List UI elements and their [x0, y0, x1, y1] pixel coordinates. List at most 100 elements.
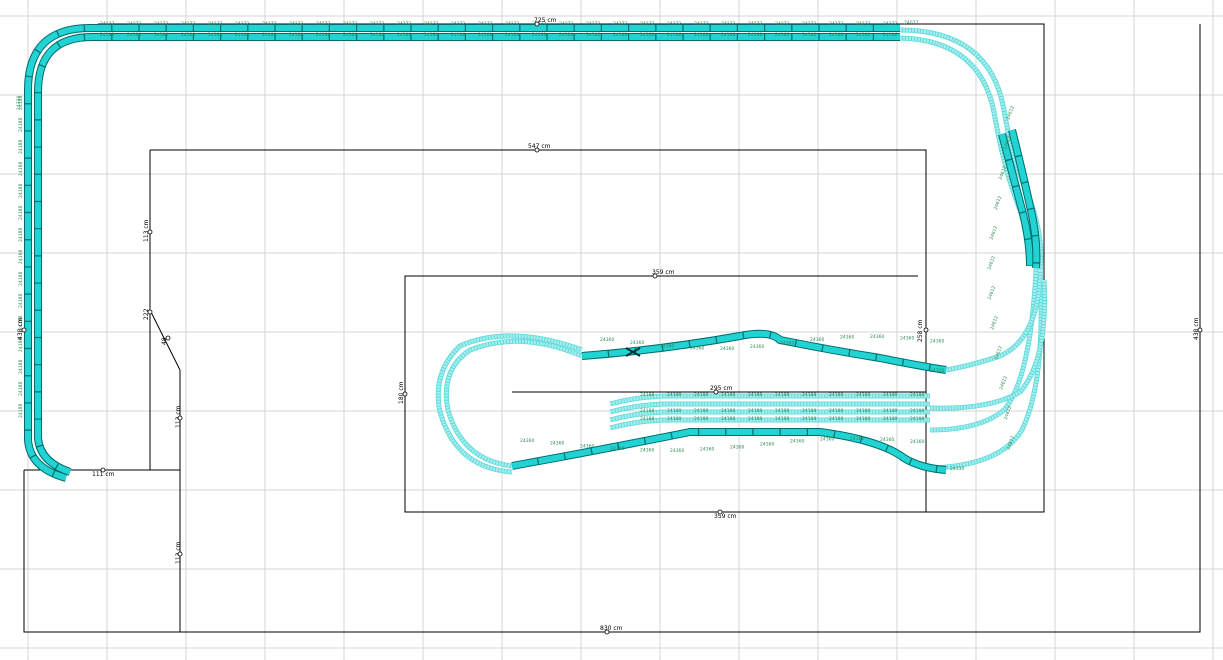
track-label: 24188 [856, 416, 870, 422]
dimension-handle-icon [177, 415, 183, 421]
track-label: 24188 [586, 32, 600, 38]
track-label: 24188 [721, 392, 735, 398]
room-outlines [23, 23, 1201, 633]
track-label: 24360 [790, 439, 804, 445]
track-label: 24188 [235, 32, 249, 38]
track-label: 24612 [987, 285, 998, 301]
track-label: 24172 [127, 21, 141, 27]
track-label: 24188 [802, 32, 816, 38]
track-label: 24188 [748, 392, 762, 398]
track-label: 24172 [316, 21, 330, 27]
track-label: 24360 [780, 341, 794, 347]
track-label: 24172 [235, 21, 249, 27]
track-label: 24612 [989, 225, 1000, 241]
dimension-handle-icon [21, 327, 27, 333]
dimension-handle-icon [177, 551, 183, 557]
track-label: 24360 [630, 340, 644, 346]
dim-inner-right: 258 cm [917, 319, 924, 342]
track-label: 24360 [690, 346, 704, 352]
track-label: 24172 [829, 21, 843, 27]
track-label: 24360 [520, 438, 534, 444]
track-label: 24188 [802, 416, 816, 422]
track-label: 24188 [829, 408, 843, 414]
track-label: 24188 [883, 408, 897, 414]
track-label: 24188 [694, 408, 708, 414]
left-diagonal-line [149, 150, 181, 371]
track-label: 24077 [904, 20, 918, 26]
track-label: 24188 [910, 416, 924, 422]
track-label: 24360 [600, 337, 614, 343]
inner-main-track-edge [34, 33, 900, 476]
dimension-markers [21, 21, 1203, 635]
dimension-handle-icon [100, 467, 106, 473]
track-label: 24360 [850, 436, 864, 442]
dimension-handle-icon [604, 629, 610, 635]
track-label: 24188 [829, 416, 843, 422]
dimension-labels: 725 cm 547 cm 359 cm 295 cm 359 cm 830 c… [17, 17, 1200, 632]
track-label: 24188 [721, 416, 735, 422]
dimension-handle-icon [534, 21, 540, 27]
track-label: 24188 [856, 392, 870, 398]
track-label: 24360 [730, 444, 744, 450]
inner-upper-track [581, 330, 947, 373]
track-label: 24330 [16, 96, 22, 110]
dimension-handle-icon [147, 229, 153, 235]
dimension-handle-icon [652, 273, 658, 279]
dimension-handle-icon [534, 147, 540, 153]
track-label: 24360 [550, 440, 564, 446]
track-label: 24188 [775, 416, 789, 422]
dimension-handle-icon [147, 309, 153, 315]
track-label: 24172 [289, 21, 303, 27]
track-label: 24172 [424, 21, 438, 27]
track-label: 24172 [775, 21, 789, 27]
track-label: 24188 [910, 392, 924, 398]
track-label: 24172 [559, 21, 573, 27]
track-label: 24612 [989, 315, 1000, 331]
track-label: 24172 [721, 21, 735, 27]
track-layout-canvas[interactable]: 24172 24188 24172 24188 24172 24188 24172 24188… [0, 0, 1223, 660]
track-label: 24188 [667, 392, 681, 398]
track-label: 24188 [613, 32, 627, 38]
track-label: 24188 [451, 32, 465, 38]
track-label: 24188 [370, 32, 384, 38]
track-label: 24612 [998, 375, 1009, 391]
track-label: 24172 [640, 21, 654, 27]
track-label: 24188 [748, 408, 762, 414]
track-label: 24360 [580, 443, 594, 449]
track-label: 24172 [667, 21, 681, 27]
track-label: 24188 [18, 382, 24, 396]
track-label: 24360 [930, 339, 944, 345]
dim-middle-width: 547 cm [528, 143, 551, 150]
track-label: 24188 [18, 140, 24, 154]
track-label: 24188 [775, 32, 789, 38]
track-label: 24188 [802, 392, 816, 398]
track-label: 24188 [694, 392, 708, 398]
track-label: 24172 [802, 21, 816, 27]
track-label: 24188 [181, 32, 195, 38]
track-label: 24188 [856, 32, 870, 38]
track-label: 24172 [397, 21, 411, 27]
track-label: 24188 [18, 184, 24, 198]
track-label: 24188 [694, 416, 708, 422]
track-label: 24172 [748, 21, 762, 27]
track-label: 24188 [289, 32, 303, 38]
track-label: 24188 [856, 408, 870, 414]
inner-main-track [35, 34, 900, 475]
track-label: 24188 [829, 32, 843, 38]
track-label: 24188 [18, 272, 24, 286]
track-label: 24172 [154, 21, 168, 27]
track-label: 24188 [775, 408, 789, 414]
track-label: 24360 [660, 344, 674, 350]
outer-left-outline [23, 24, 1201, 633]
track-label: 24360 [870, 334, 884, 340]
outer-room-outline [98, 23, 1045, 513]
track-label: 24188 [667, 408, 681, 414]
track-label: 24188 [694, 32, 708, 38]
track-label: 24360 [880, 437, 894, 443]
track-label: 24188 [667, 416, 681, 422]
dim-outer-bottom: 830 cm [600, 625, 623, 632]
track-label: 24360 [840, 335, 854, 341]
track-label: 24172 [370, 21, 384, 27]
dimension-handle-icon [923, 327, 929, 333]
track-label: 24360 [720, 346, 734, 352]
